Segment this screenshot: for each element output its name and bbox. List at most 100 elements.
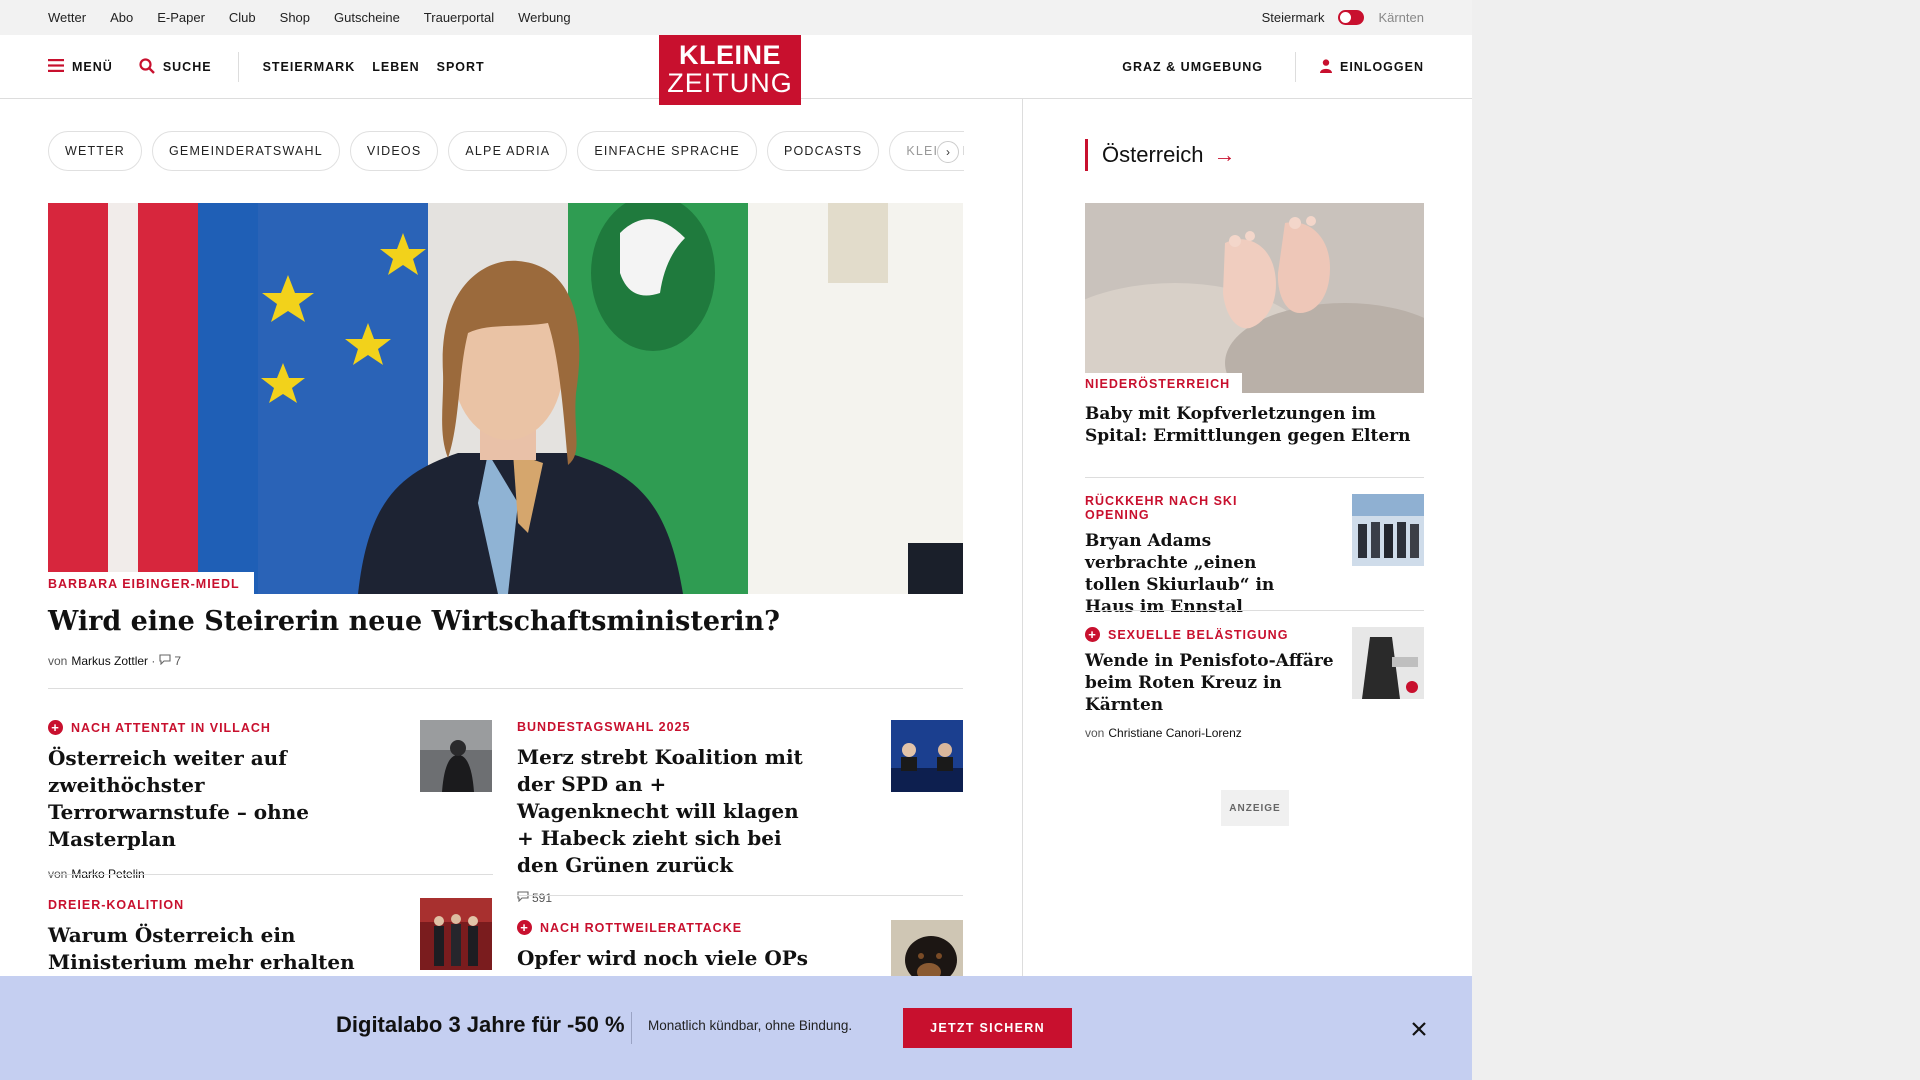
- chevron-right-icon[interactable]: ›: [937, 141, 959, 163]
- sidebar-article[interactable]: RÜCKKEHR NACH SKI OPENING Bryan Adams ve…: [1085, 494, 1305, 618]
- region-toggle[interactable]: [1338, 10, 1365, 25]
- article-kicker-text: BUNDESTAGSWAHL 2025: [517, 720, 691, 734]
- utility-link-abo[interactable]: Abo: [110, 10, 133, 25]
- article-kicker: NIEDERÖSTERREICH: [1085, 373, 1243, 395]
- divider: [48, 688, 963, 689]
- site-logo[interactable]: KLEINE ZEITUNG: [659, 35, 801, 105]
- article-title[interactable]: Merz strebt Koalition mit der SPD an + W…: [517, 744, 817, 879]
- utility-link-epaper[interactable]: E-Paper: [157, 10, 205, 25]
- arrow-right-icon: →: [1213, 142, 1236, 167]
- article-thumbnail[interactable]: [1352, 627, 1424, 699]
- article-title[interactable]: Baby mit Kopfverletzungen im Spital: Erm…: [1085, 403, 1424, 447]
- hero-image[interactable]: [48, 203, 963, 594]
- article-thumbnail[interactable]: [1352, 494, 1424, 566]
- article-kicker: + SEXUELLE BELÄSTIGUNG: [1085, 627, 1335, 642]
- close-icon[interactable]: [1406, 1016, 1432, 1042]
- subscribe-button[interactable]: JETZT SICHERN: [903, 1008, 1072, 1048]
- section-heading-label: Österreich: [1102, 142, 1204, 167]
- article-byline: von Christiane Canori-Lorenz: [1085, 726, 1335, 740]
- page: Wetter Abo E-Paper Club Shop Gutscheine …: [0, 0, 1472, 1080]
- empty-gutter: [1472, 0, 1920, 1080]
- region-kaernten[interactable]: Kärnten: [1378, 10, 1424, 25]
- section-heading-oesterreich[interactable]: Österreich →: [1085, 139, 1235, 171]
- header-divider-right: [1294, 52, 1296, 82]
- sidebar-article[interactable]: + SEXUELLE BELÄSTIGUNG Wende in Penisfot…: [1085, 627, 1335, 740]
- login-label: EINLOGGEN: [1339, 60, 1424, 74]
- article-comments[interactable]: 591: [517, 891, 552, 905]
- article-kicker: + NACH ROTTWEILERATTACKE: [517, 920, 897, 935]
- utility-links: Wetter Abo E-Paper Club Shop Gutscheine …: [48, 0, 595, 35]
- hamburger-icon: [48, 59, 64, 75]
- utility-link-shop[interactable]: Shop: [280, 10, 310, 25]
- utility-link-trauerportal[interactable]: Trauerportal: [424, 10, 494, 25]
- hero-comments[interactable]: 7: [159, 654, 181, 668]
- hero-kicker[interactable]: BARBARA EIBINGER-MIEDL: [48, 572, 254, 594]
- hero-photo: [48, 203, 963, 594]
- sidebar-article[interactable]: NIEDERÖSTERREICH Baby mit Kopfverletzung…: [1085, 373, 1424, 447]
- thumbnail-photo: [420, 720, 492, 792]
- nav-leben[interactable]: LEBEN: [372, 60, 419, 74]
- divider: [1085, 477, 1424, 478]
- chip-einfache-sprache[interactable]: EINFACHE SPRACHE: [577, 131, 757, 171]
- divider: [1085, 610, 1424, 611]
- article-card[interactable]: BUNDESTAGSWAHL 2025 Merz strebt Koalitio…: [517, 720, 817, 905]
- plus-icon: +: [517, 920, 532, 935]
- article-title[interactable]: Bryan Adams verbrachte „einen tollen Ski…: [1085, 530, 1305, 618]
- banner-divider: [631, 1012, 632, 1044]
- hero-title[interactable]: Wird eine Steirerin neue Wirtschaftsmini…: [48, 604, 948, 640]
- utility-link-wetter[interactable]: Wetter: [48, 10, 86, 25]
- article-kicker-text: NACH ROTTWEILERATTACKE: [540, 920, 743, 935]
- article-byline: 591: [517, 891, 817, 905]
- article-thumbnail[interactable]: [420, 898, 492, 970]
- chip-gemeinderatswahl[interactable]: GEMEINDERATSWAHL: [151, 131, 340, 171]
- hero-byline: von Markus Zottler · 7: [48, 654, 181, 668]
- hero-author[interactable]: Markus Zottler: [71, 654, 148, 668]
- sidebar-lead-image[interactable]: [1085, 203, 1424, 393]
- article-author[interactable]: Christiane Canori-Lorenz: [1108, 726, 1241, 740]
- chip-alpe-adria[interactable]: ALPE ADRIA: [448, 131, 568, 171]
- banner-title: Digitalabo 3 Jahre für -50 %: [336, 1012, 625, 1037]
- login-button[interactable]: EINLOGGEN: [1319, 58, 1424, 76]
- utility-link-gutscheine[interactable]: Gutscheine: [334, 10, 400, 25]
- article-kicker: BUNDESTAGSWAHL 2025: [517, 720, 817, 734]
- header-nav: MENÜ SUCHE STEIERMARK LEBEN SPORT: [48, 35, 511, 99]
- thumbnail-photo: [1352, 627, 1424, 699]
- article-kicker-text: SEXUELLE BELÄSTIGUNG: [1108, 627, 1289, 642]
- region-link-graz[interactable]: GRAZ & UMGEBUNG: [1122, 60, 1263, 74]
- thumbnail-photo: [420, 898, 492, 970]
- byline-prefix: von: [48, 654, 68, 668]
- article-kicker: + NACH ATTENTAT IN VILLACH: [48, 720, 368, 735]
- article-thumbnail[interactable]: [891, 720, 963, 792]
- logo-line-1: KLEINE: [678, 40, 781, 70]
- menu-button[interactable]: MENÜ: [48, 59, 113, 75]
- utility-link-club[interactable]: Club: [229, 10, 256, 25]
- article-comment-count: 591: [532, 891, 553, 905]
- utility-bar: Wetter Abo E-Paper Club Shop Gutscheine …: [0, 0, 1472, 35]
- chip-wetter[interactable]: WETTER: [48, 131, 142, 171]
- plus-icon: +: [1085, 627, 1100, 642]
- article-kicker-text: NACH ATTENTAT IN VILLACH: [71, 720, 271, 735]
- column-divider: [1022, 99, 1023, 1080]
- article-title[interactable]: Wende in Penisfoto-Affäre beim Roten Kre…: [1085, 650, 1335, 716]
- ad-label: ANZEIGE: [1221, 790, 1289, 826]
- user-icon: [1319, 58, 1332, 76]
- utility-link-werbung[interactable]: Werbung: [518, 10, 571, 25]
- chip-videos[interactable]: VIDEOS: [349, 131, 439, 171]
- header-divider: [237, 52, 239, 82]
- article-card[interactable]: + NACH ATTENTAT IN VILLACH Österreich we…: [48, 720, 368, 881]
- article-title[interactable]: Österreich weiter auf zweithöchster Terr…: [48, 745, 368, 853]
- comment-icon: [517, 891, 529, 905]
- article-thumbnail[interactable]: [420, 720, 492, 792]
- region-steiermark[interactable]: Steiermark: [1262, 10, 1325, 25]
- divider: [48, 874, 493, 875]
- comment-icon: [159, 654, 171, 668]
- divider: [517, 895, 963, 896]
- header-right: GRAZ & UMGEBUNG EINLOGGEN: [1122, 35, 1424, 99]
- search-button[interactable]: SUCHE: [139, 57, 212, 77]
- nav-sport[interactable]: SPORT: [437, 60, 485, 74]
- thumbnail-photo: [891, 720, 963, 792]
- article-kicker: RÜCKKEHR NACH SKI OPENING: [1085, 494, 1305, 522]
- chip-podcasts[interactable]: PODCASTS: [766, 131, 880, 171]
- nav-steiermark[interactable]: STEIERMARK: [263, 60, 356, 74]
- article-kicker-text: RÜCKKEHR NACH SKI OPENING: [1085, 494, 1238, 522]
